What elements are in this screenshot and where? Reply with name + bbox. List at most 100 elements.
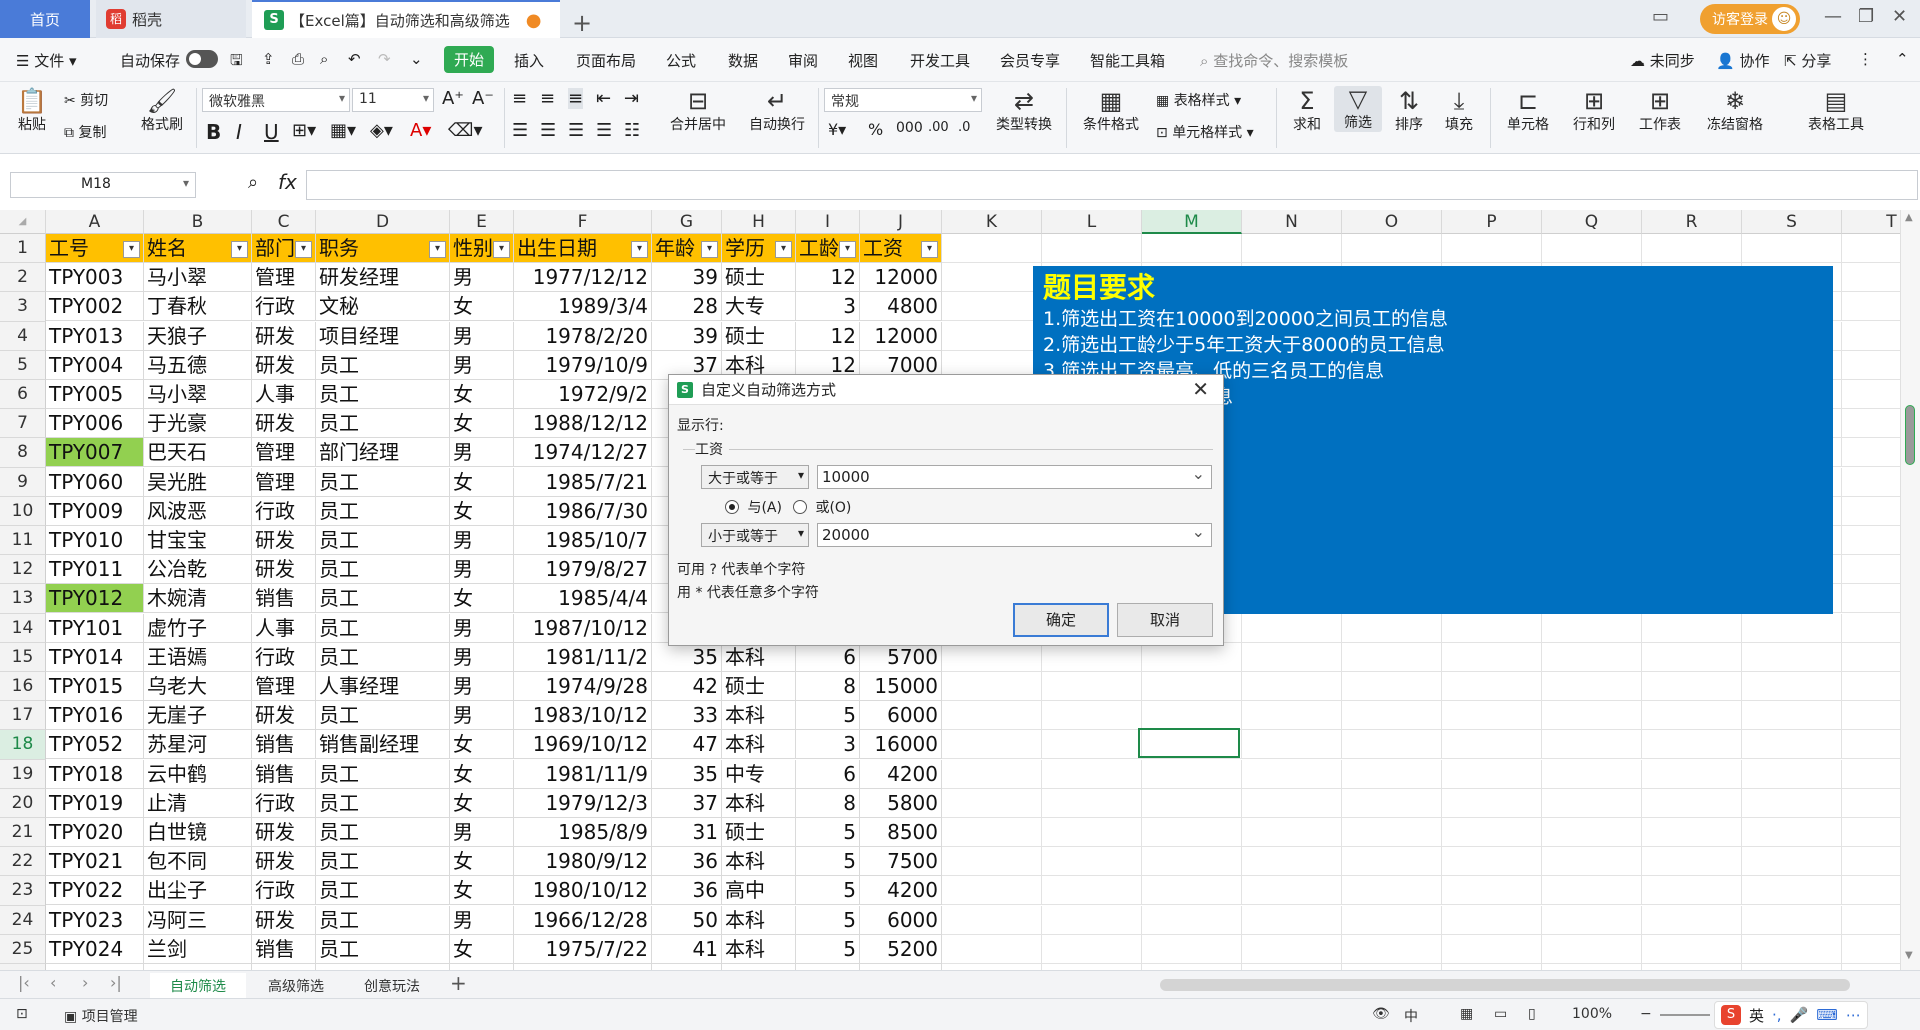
freeze-panes-button[interactable]: ❄ 冻结窗格 (1696, 88, 1774, 134)
table-cell[interactable]: TPY010 (46, 526, 144, 555)
row-header[interactable]: 10 (0, 496, 46, 526)
table-cell[interactable]: 女 (450, 934, 514, 964)
header-cell[interactable]: 工龄 (796, 234, 860, 263)
table-cell[interactable]: 男 (450, 438, 514, 468)
undo-icon[interactable]: ↶ (348, 50, 361, 68)
table-cell[interactable]: 1985/4/4 (514, 584, 652, 614)
empty-cell[interactable] (1242, 788, 1342, 818)
table-cell[interactable]: 员工 (316, 467, 450, 497)
empty-cell[interactable] (942, 905, 1042, 935)
table-cell[interactable]: 研发 (252, 526, 316, 555)
table-cell[interactable]: TPY021 (46, 847, 144, 877)
empty-cell[interactable] (1742, 788, 1842, 818)
empty-cell[interactable] (1442, 701, 1542, 731)
add-sheet-icon[interactable]: + (450, 971, 467, 995)
table-cell[interactable]: 39 (652, 321, 722, 351)
table-cell[interactable]: 销售 (252, 759, 316, 789)
empty-cell[interactable] (1642, 642, 1742, 672)
table-cell[interactable]: TPY022 (46, 876, 144, 906)
table-cell[interactable]: 巴天石 (144, 438, 252, 468)
zoom-level[interactable]: 100% (1572, 1006, 1612, 1022)
table-cell[interactable]: 6000 (860, 905, 942, 935)
header-cell[interactable]: 性别 (450, 234, 514, 263)
format-painter-button[interactable]: 🖌 格式刷 (136, 88, 188, 134)
row-header[interactable]: 19 (0, 759, 46, 789)
table-cell[interactable]: 1977/12/12 (514, 263, 652, 293)
empty-cell[interactable] (1342, 905, 1442, 935)
table-cell[interactable]: 男 (450, 613, 514, 643)
empty-cell[interactable] (1842, 789, 1900, 818)
empty-cell[interactable] (1342, 847, 1442, 877)
table-cell[interactable]: 天狼子 (144, 321, 252, 351)
table-cell[interactable]: TPY101 (46, 613, 144, 643)
empty-cell[interactable] (1842, 380, 1900, 409)
table-cell[interactable]: 员工 (316, 876, 450, 906)
table-cell[interactable]: 本科 (722, 788, 796, 818)
header-cell[interactable]: 部门 (252, 234, 316, 263)
table-cell[interactable]: 1978/2/20 (514, 321, 652, 351)
column-header[interactable]: O (1342, 210, 1442, 234)
empty-cell[interactable] (1342, 788, 1442, 818)
empty-cell[interactable] (1642, 905, 1742, 935)
table-cell[interactable]: 吴光胜 (144, 467, 252, 497)
table-cell[interactable]: 研发 (252, 321, 316, 351)
empty-cell[interactable] (942, 759, 1042, 789)
minimize-icon[interactable]: — (1824, 6, 1842, 27)
table-cell[interactable]: 5800 (860, 788, 942, 818)
row-header[interactable]: 8 (0, 438, 46, 468)
or-radio[interactable]: 或(O) (793, 497, 851, 517)
empty-cell[interactable] (1742, 905, 1842, 935)
empty-cell[interactable] (1142, 788, 1242, 818)
table-cell[interactable]: 女 (450, 467, 514, 497)
row-header[interactable]: 24 (0, 905, 46, 935)
empty-cell[interactable] (1842, 643, 1900, 672)
table-cell[interactable]: 马小翠 (144, 380, 252, 409)
table-cell[interactable]: 男 (450, 555, 514, 585)
table-style-button[interactable]: ▦ 表格样式 ▾ (1156, 90, 1241, 110)
table-cell[interactable]: TPY019 (46, 788, 144, 818)
table-cell[interactable]: 女 (450, 730, 514, 760)
column-header[interactable]: I (796, 210, 860, 234)
font-name-select[interactable]: 微软雅黑 (202, 88, 350, 112)
project-management[interactable]: ▣ 项目管理 (64, 1006, 138, 1026)
increase-decimal-icon[interactable]: .00 (928, 120, 949, 135)
table-cell[interactable]: 行政 (252, 642, 316, 672)
menu-review[interactable]: 审阅 (788, 50, 818, 71)
empty-cell[interactable] (1542, 934, 1642, 964)
table-cell[interactable]: 5 (796, 818, 860, 847)
table-cell[interactable]: 甘宝宝 (144, 526, 252, 555)
header-cell[interactable]: 姓名 (144, 234, 252, 263)
empty-cell[interactable] (1442, 847, 1542, 877)
empty-cell[interactable] (1242, 613, 1342, 643)
table-cell[interactable]: TPY052 (46, 730, 144, 760)
empty-cell[interactable] (1242, 934, 1342, 964)
table-cell[interactable]: 1980/9/12 (514, 847, 652, 877)
table-cell[interactable]: 木婉清 (144, 584, 252, 614)
table-cell[interactable]: 1974/9/28 (514, 672, 652, 701)
empty-cell[interactable] (1742, 934, 1842, 964)
mic-icon[interactable]: 🎤 (1790, 1006, 1809, 1024)
font-color-icon[interactable]: A▾ (410, 120, 431, 141)
table-cell[interactable]: TPY011 (46, 555, 144, 585)
empty-cell[interactable] (1742, 642, 1842, 672)
currency-icon[interactable]: ¥▾ (828, 120, 846, 139)
table-cell[interactable]: 虚竹子 (144, 613, 252, 643)
empty-cell[interactable] (1342, 759, 1442, 789)
normal-view-icon[interactable]: ▦ (1460, 1006, 1473, 1022)
table-cell[interactable]: 研发 (252, 847, 316, 877)
table-cell[interactable]: 研发 (252, 701, 316, 731)
table-cell[interactable]: 马小翠 (144, 263, 252, 293)
empty-cell[interactable] (942, 672, 1042, 701)
table-cell[interactable]: 16000 (860, 730, 942, 760)
fx-icon[interactable]: fx (278, 170, 297, 194)
empty-cell[interactable] (942, 788, 1042, 818)
empty-cell[interactable] (1742, 234, 1842, 263)
table-cell[interactable]: 包不同 (144, 847, 252, 877)
vertical-scroll-thumb[interactable] (1905, 405, 1915, 465)
share-button[interactable]: ⇱ 分享 (1784, 50, 1831, 71)
table-cell[interactable]: 女 (450, 496, 514, 526)
table-cell[interactable]: 白世镜 (144, 818, 252, 847)
table-cell[interactable]: 1985/7/21 (514, 467, 652, 497)
font-size-select[interactable]: 11 (352, 88, 434, 112)
table-cell[interactable]: 销售副经理 (316, 730, 450, 760)
